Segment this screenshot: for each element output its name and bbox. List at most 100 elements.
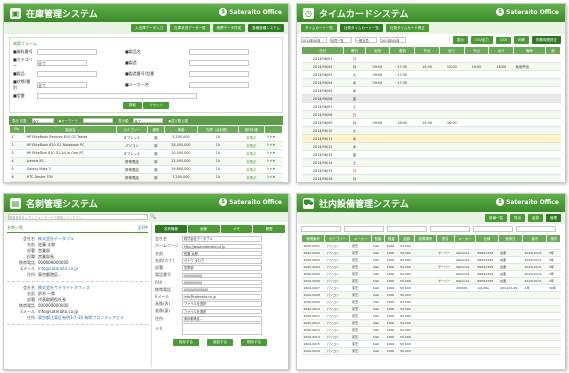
list-toolbar: 表示 件数 全て ◆キーワード 表示順 全て ◆並び替え順: [9, 116, 283, 125]
timecard-row[interactable]: 2014/06/14 土: [301, 158, 561, 167]
label-make: ■製造: [125, 60, 137, 65]
timecard-row[interactable]: 2014/06/13 金: [301, 150, 561, 159]
equipment-row[interactable]: 1000-0001 パソコン 東芝 Dell 1000 50,000: [301, 242, 561, 250]
timecard-row[interactable]: 2014/06/06 金: [301, 94, 561, 103]
card-list: 名刺一覧 全1件 会社名 株式会社データブル 名前 佐藤 太郎 部署 営業部 役職 営業部長携…: [4, 222, 152, 367]
label-asset: ■資料番号: [13, 49, 33, 54]
equipment-table: 管理番号 カテゴリー メーカー 型番 数量 金額 設置場所 型名 メーカー 仕様 登録日 保守 操作 1…: [300, 233, 561, 355]
timecard-header: ◷ タイムカードシステム S Sateraito Office: [297, 4, 565, 22]
asset-input[interactable]: [37, 49, 97, 55]
row-action-icons[interactable]: ✎⊕✖: [264, 173, 283, 182]
equipment-row[interactable]: 1000-0005 パソコン 東芝 Dell 1000 50,000 NetLinks BRX…: [301, 270, 561, 278]
equipment-row[interactable]: 1000-0011 パソコン 東芝 Dell 1000 50,000: [301, 312, 561, 320]
equipment-filters: [297, 224, 565, 234]
nav-report[interactable]: 帳票データ作成: [212, 24, 246, 32]
timecard-row[interactable]: 2014/06/07 土: [301, 102, 561, 111]
timecard-row[interactable]: 2014/06/08 日: [301, 110, 561, 119]
timecard-window: ◷ タイムカードシステム S Sateraito Office タイムカード一覧 …: [296, 3, 566, 183]
equipment-row[interactable]: 1000-0015 パソコン 東芝 Dell 1000 50,000: [301, 340, 561, 348]
equipment-row[interactable]: 1000-0004 パソコン 東芝 Dell 1000 50,000 サーバー NetLink…: [301, 263, 561, 271]
sateraito-logo: S Sateraito Office: [219, 8, 282, 16]
search-icon[interactable]: 🔍: [150, 214, 156, 220]
timecard-row[interactable]: 2014/06/02 月 09:00 17:30 14:00 15:00 16:00 18:0…: [301, 62, 561, 71]
timecard-row[interactable]: 2014/06/04 水 09:00 17:30: [301, 78, 561, 87]
delete-button[interactable]: 削除する: [241, 339, 267, 347]
inventory-row[interactable]: 7HTC Desire 610携帯電話新9,600,00010非表示✎⊕✖: [9, 181, 283, 182]
row-action-icons[interactable]: ✎⊕✖: [264, 141, 283, 150]
serial-input[interactable]: [189, 71, 249, 77]
equipment-row[interactable]: 1000-0014 パソコン 東芝 Dell 1000 50,000: [301, 333, 561, 341]
timecard-row[interactable]: 2014/06/12 木: [301, 142, 561, 151]
timecard-tabs: タイムカード一覧 社員タイムカード一覧 社員タイムカード修正: [297, 22, 565, 34]
clock-icon: ◷: [303, 7, 314, 19]
timecard-filters: 2014年06月 社員一覧 一般社員 2014年06月 表示 CSV出力 CSV…: [297, 34, 565, 46]
equipment-row[interactable]: 1000-0002 パソコン 東芝 Dell 1000 50,000 サーバー NetLink…: [301, 249, 561, 257]
row-action-icons[interactable]: ✎⊕✖: [264, 157, 283, 166]
product-input[interactable]: [189, 49, 249, 55]
equipment-row[interactable]: 1000-0009 パソコン 東芝 Dell 1000 50,000: [301, 298, 561, 306]
card-detail: 名刺情報 画像 メモ 履歴 会社名 株式会社データブル ホームページ http://w…: [152, 222, 288, 367]
label-category: ■カテゴリー: [13, 57, 33, 68]
item-input[interactable]: [37, 71, 97, 77]
category-select[interactable]: 全て: [37, 60, 87, 66]
timecard-row[interactable]: 2014/06/10 火: [301, 126, 561, 135]
timecard-row[interactable]: 2014/06/05 木: [301, 86, 561, 95]
equipment-row[interactable]: 1000-0003 パソコン 東芝 Dell 1000 50,000 NetLinks BRX…: [301, 256, 561, 264]
duplicate-button[interactable]: 複製する: [207, 339, 233, 347]
row-action-icons[interactable]: ✎⊕✖: [264, 165, 283, 174]
card-search-input[interactable]: 検索条件を入力してキーワードで検索してください: [8, 214, 148, 220]
cart-icon: ⛟: [303, 197, 314, 209]
equipment-row[interactable]: 1000-0008 パソコン 東芝 Dell 1000 50,000: [301, 291, 561, 299]
equipment-row[interactable]: 1000-0012 パソコン 東芝 Dell 1000 50,000: [301, 319, 561, 327]
timecard-row[interactable]: 2014/06/15 日: [301, 166, 561, 175]
inventory-row[interactable]: 1 HP EliteBook Revolve 810 G2 Tablet タブレット…: [9, 133, 283, 142]
nav-stock[interactable]: 在庫状況データ一覧: [170, 24, 210, 32]
inventory-row[interactable]: 5 Galaxy Note 3 携帯電話新 19,800,000 10 非表示 ✎⊕✖: [9, 165, 283, 174]
nav-system[interactable]: 各種各種システム: [248, 24, 284, 32]
inventory-row[interactable]: 2 HP EliteBook 820 G1 Notebook PC パソコン新 28,…: [9, 141, 283, 150]
inventory-nav: 入出庫データ入力 在庫状況データ一覧 帳票データ作成 各種各種システム: [4, 22, 288, 34]
label-status: ■状態/種別: [13, 79, 31, 90]
make-input[interactable]: [189, 60, 249, 66]
reset-button[interactable]: リセット: [143, 102, 170, 109]
timecard-row[interactable]: 2014/06/01 日: [301, 54, 561, 63]
timecard-table: 日付 曜日 出勤 退勤 外出 戻り 外出 戻り 備考勤 2014/06/01 日 2014/06/0…: [300, 46, 562, 184]
equipment-row[interactable]: 1000-0016 パソコン 東芝 Dell 1000 50,000: [301, 347, 561, 355]
timecard-row[interactable]: 2014/06/09 月 09:00 18:00 15:00 16:00: [301, 118, 561, 127]
row-action-icons[interactable]: ✎⊕✖: [264, 133, 283, 142]
nav-entry[interactable]: 入出庫データ入力: [131, 24, 168, 32]
inventory-header: ▣ 在庫管理システム S Sateraito Office: [4, 4, 288, 22]
search-button[interactable]: 検索: [122, 102, 142, 109]
card-entry[interactable]: 会社名 株式会社データブル 名前 佐藤 太郎 部署 営業部 役職 営業部長 携帯電話 000000…: [7, 233, 148, 282]
model-input[interactable]: [37, 93, 197, 99]
equipment-row[interactable]: 1000-0010 パソコン 東芝 Dell 1000 50,000: [301, 305, 561, 313]
inventory-row[interactable]: 3 HP EliteDisk 810 G1 All-in-One PC タブレット新…: [9, 149, 283, 158]
cards-window: ▤ 名刺管理システム S Sateraito Office 検索条件を入力してキー…: [3, 193, 289, 370]
maker-input[interactable]: [189, 82, 249, 88]
search-form: 検索フォーム ■資料番号 ■製品名 ■カテゴリー 全て ■製造 ■製品 ■製造番号…: [9, 37, 283, 113]
equipment-row[interactable]: 1000-0013 パソコン 東芝 Dell 1000 50,000: [301, 326, 561, 334]
timecard-row[interactable]: 2014/06/11 水: [301, 134, 561, 143]
timecard-row[interactable]: 2014/06/16 月: [301, 174, 561, 182]
label-serial: ■製造番号/型番: [125, 71, 155, 76]
inventory-title: 在庫管理システム: [26, 9, 98, 20]
inventory-row[interactable]: 4 iphone 5S 携帯電話新 22,000,000 10 非表示 ✎⊕✖: [9, 157, 283, 166]
timecard-row[interactable]: 2014/06/17火: [302, 183, 561, 184]
save-button[interactable]: 保存する: [173, 339, 199, 347]
label-item: ■製品: [13, 71, 25, 76]
status-select[interactable]: 全て: [37, 82, 87, 88]
timecard-row[interactable]: 2014/06/03 火 09:00 17:30: [301, 70, 561, 79]
label-maker: ■メーカー名: [125, 82, 149, 87]
label-product: ■製品名: [125, 49, 141, 54]
card-icon: ▤: [10, 197, 21, 209]
card-entry[interactable]: 会社名 株式会社サテライトオフィス 名前 鈴木 一郎 部署 代表取締役社長 携帯電話 0000…: [7, 282, 148, 325]
row-action-icons[interactable]: ✎⊕✖: [264, 181, 283, 182]
inventory-table: No. 製品名 カテゴリー 種別 単価 在庫（合計数） 操作対象 1 HP EliteBook…: [8, 124, 283, 182]
inventory-row[interactable]: 6 HTC Desire 700 携帯電話新 7,200,000 10 非表示 ✎⊕✖: [9, 173, 283, 182]
row-action-icons[interactable]: ✎⊕✖: [264, 149, 283, 158]
box-icon: ▣: [10, 7, 21, 19]
equipment-row[interactable]: 1000-0007 パソコン 東芝 Dell 1000 50,000 200001 LUJ-2…: [301, 284, 561, 292]
equipment-row[interactable]: 1000-0006 パソコン 東芝 Dell 1000 50,000 サーバー NetLink…: [301, 277, 561, 285]
label-model: ■型番: [13, 93, 25, 98]
form-title: 検索フォーム: [13, 41, 37, 46]
